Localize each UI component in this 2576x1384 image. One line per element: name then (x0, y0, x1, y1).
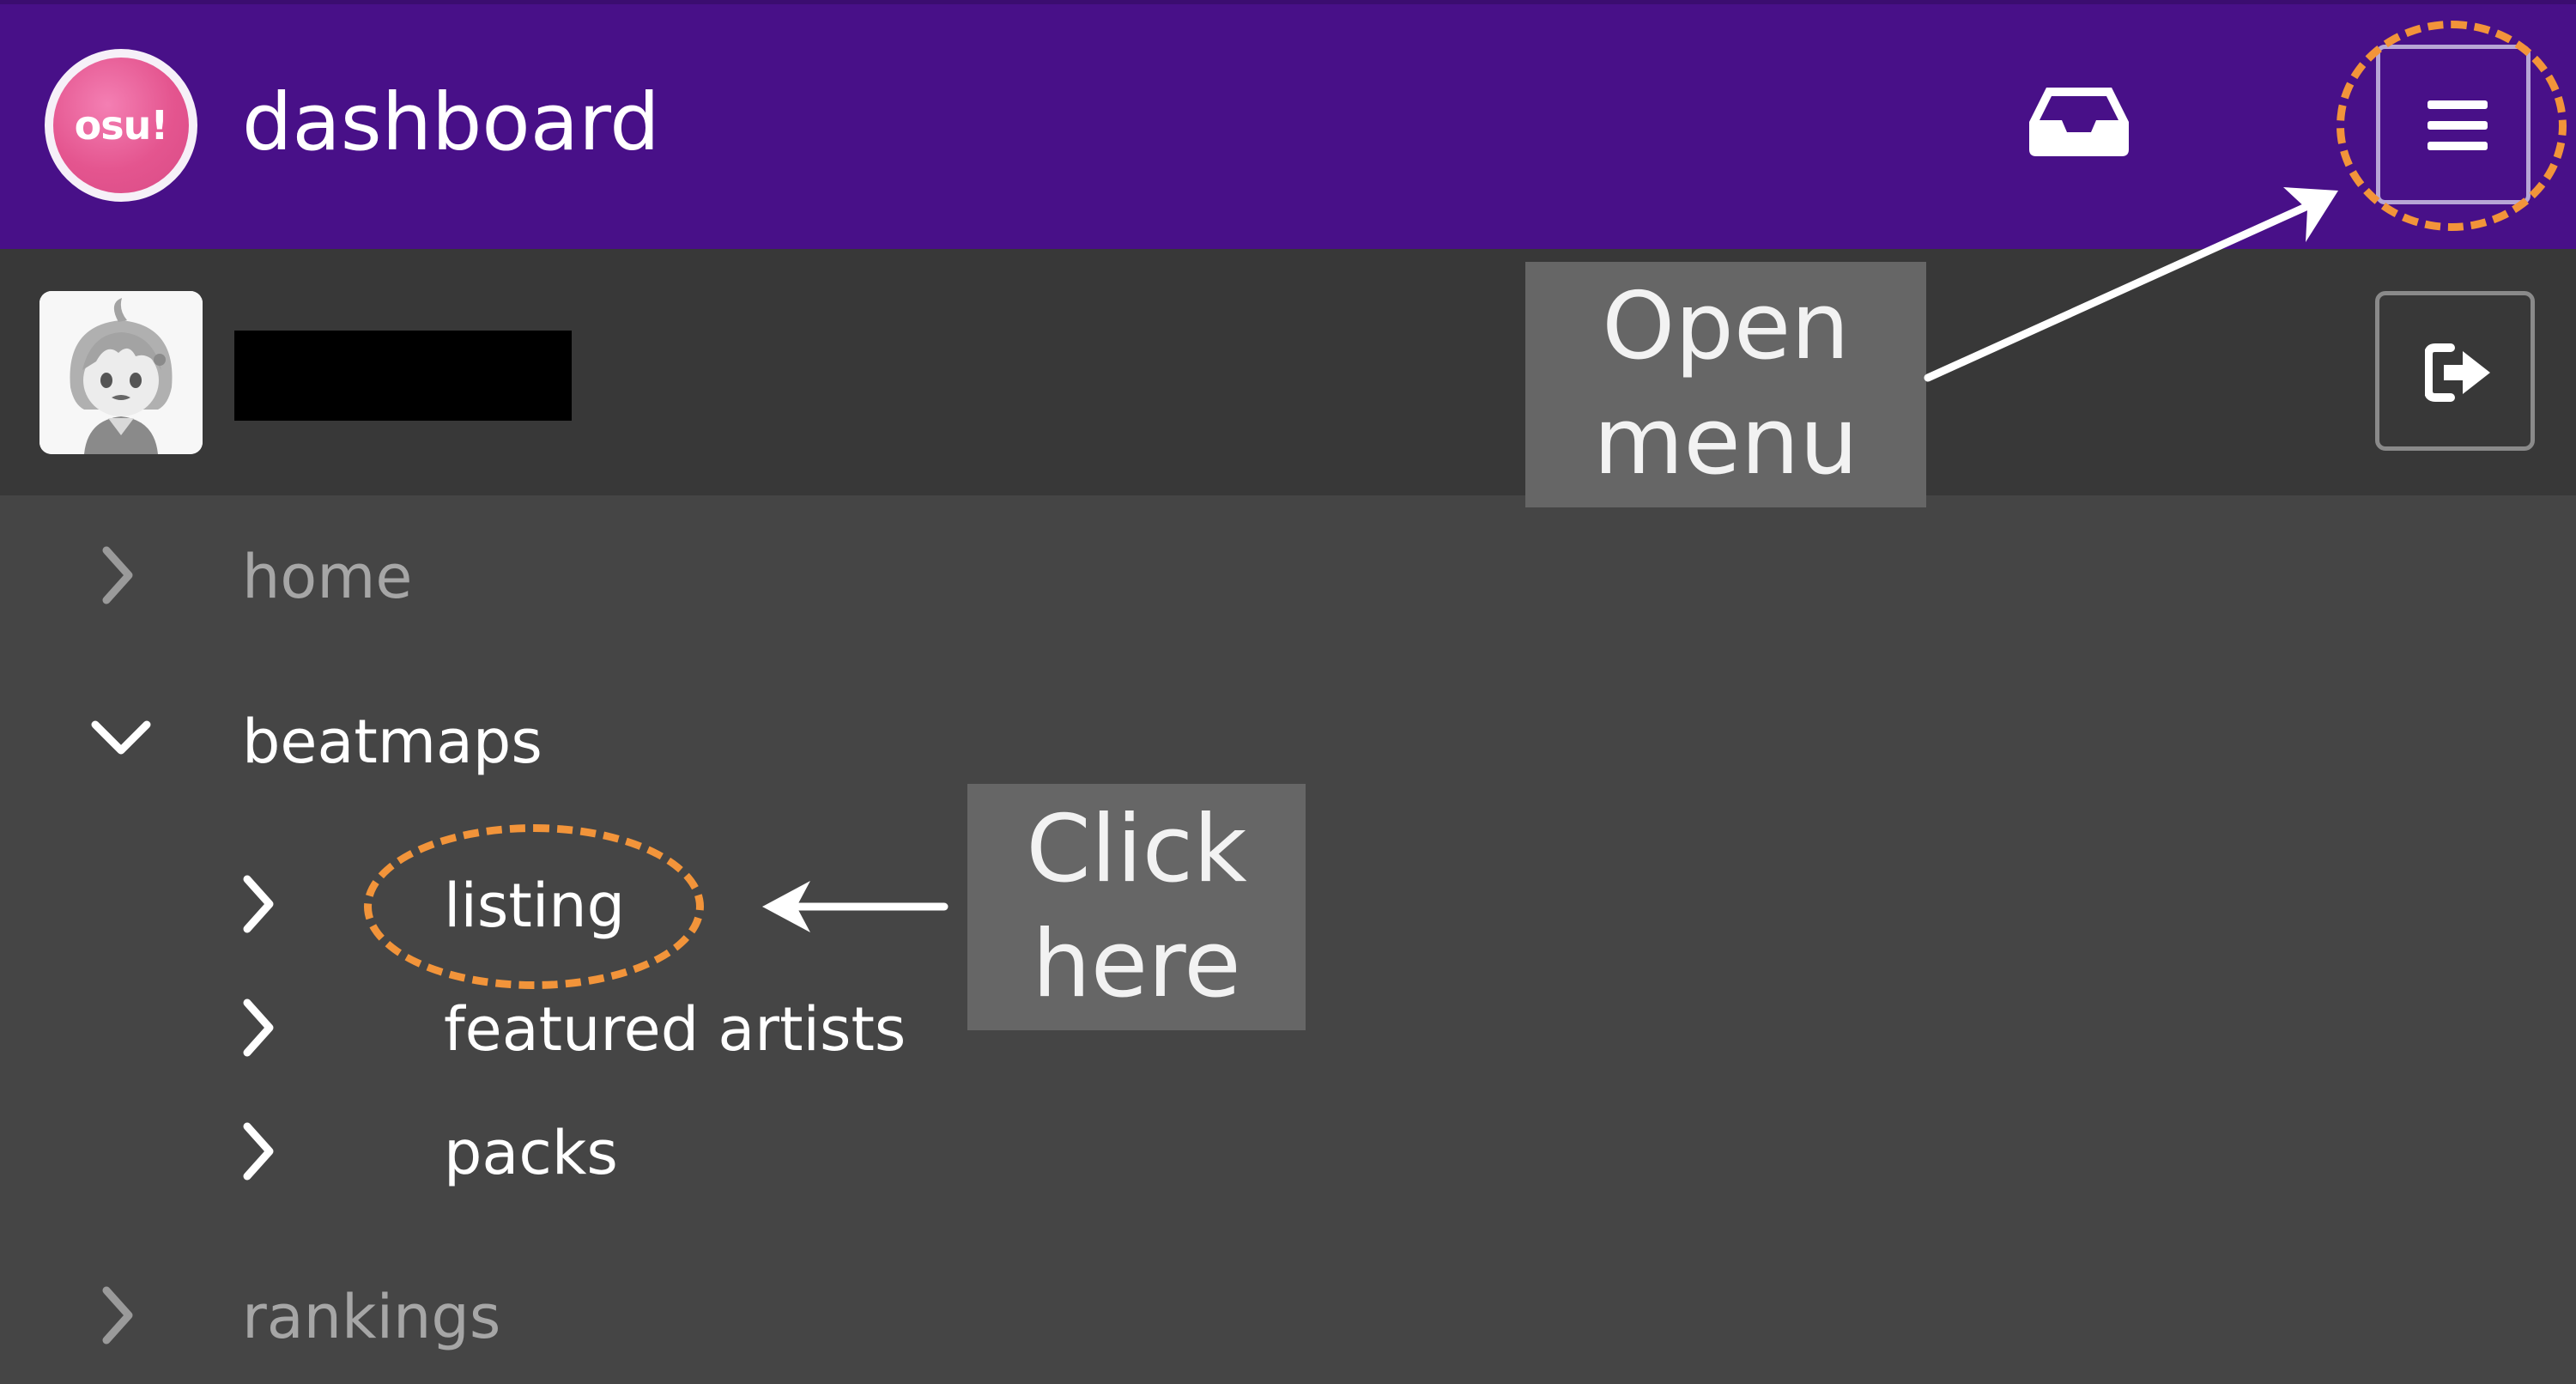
annotation-arrows (762, 187, 2338, 932)
arrow-to-menu (1924, 195, 2327, 382)
